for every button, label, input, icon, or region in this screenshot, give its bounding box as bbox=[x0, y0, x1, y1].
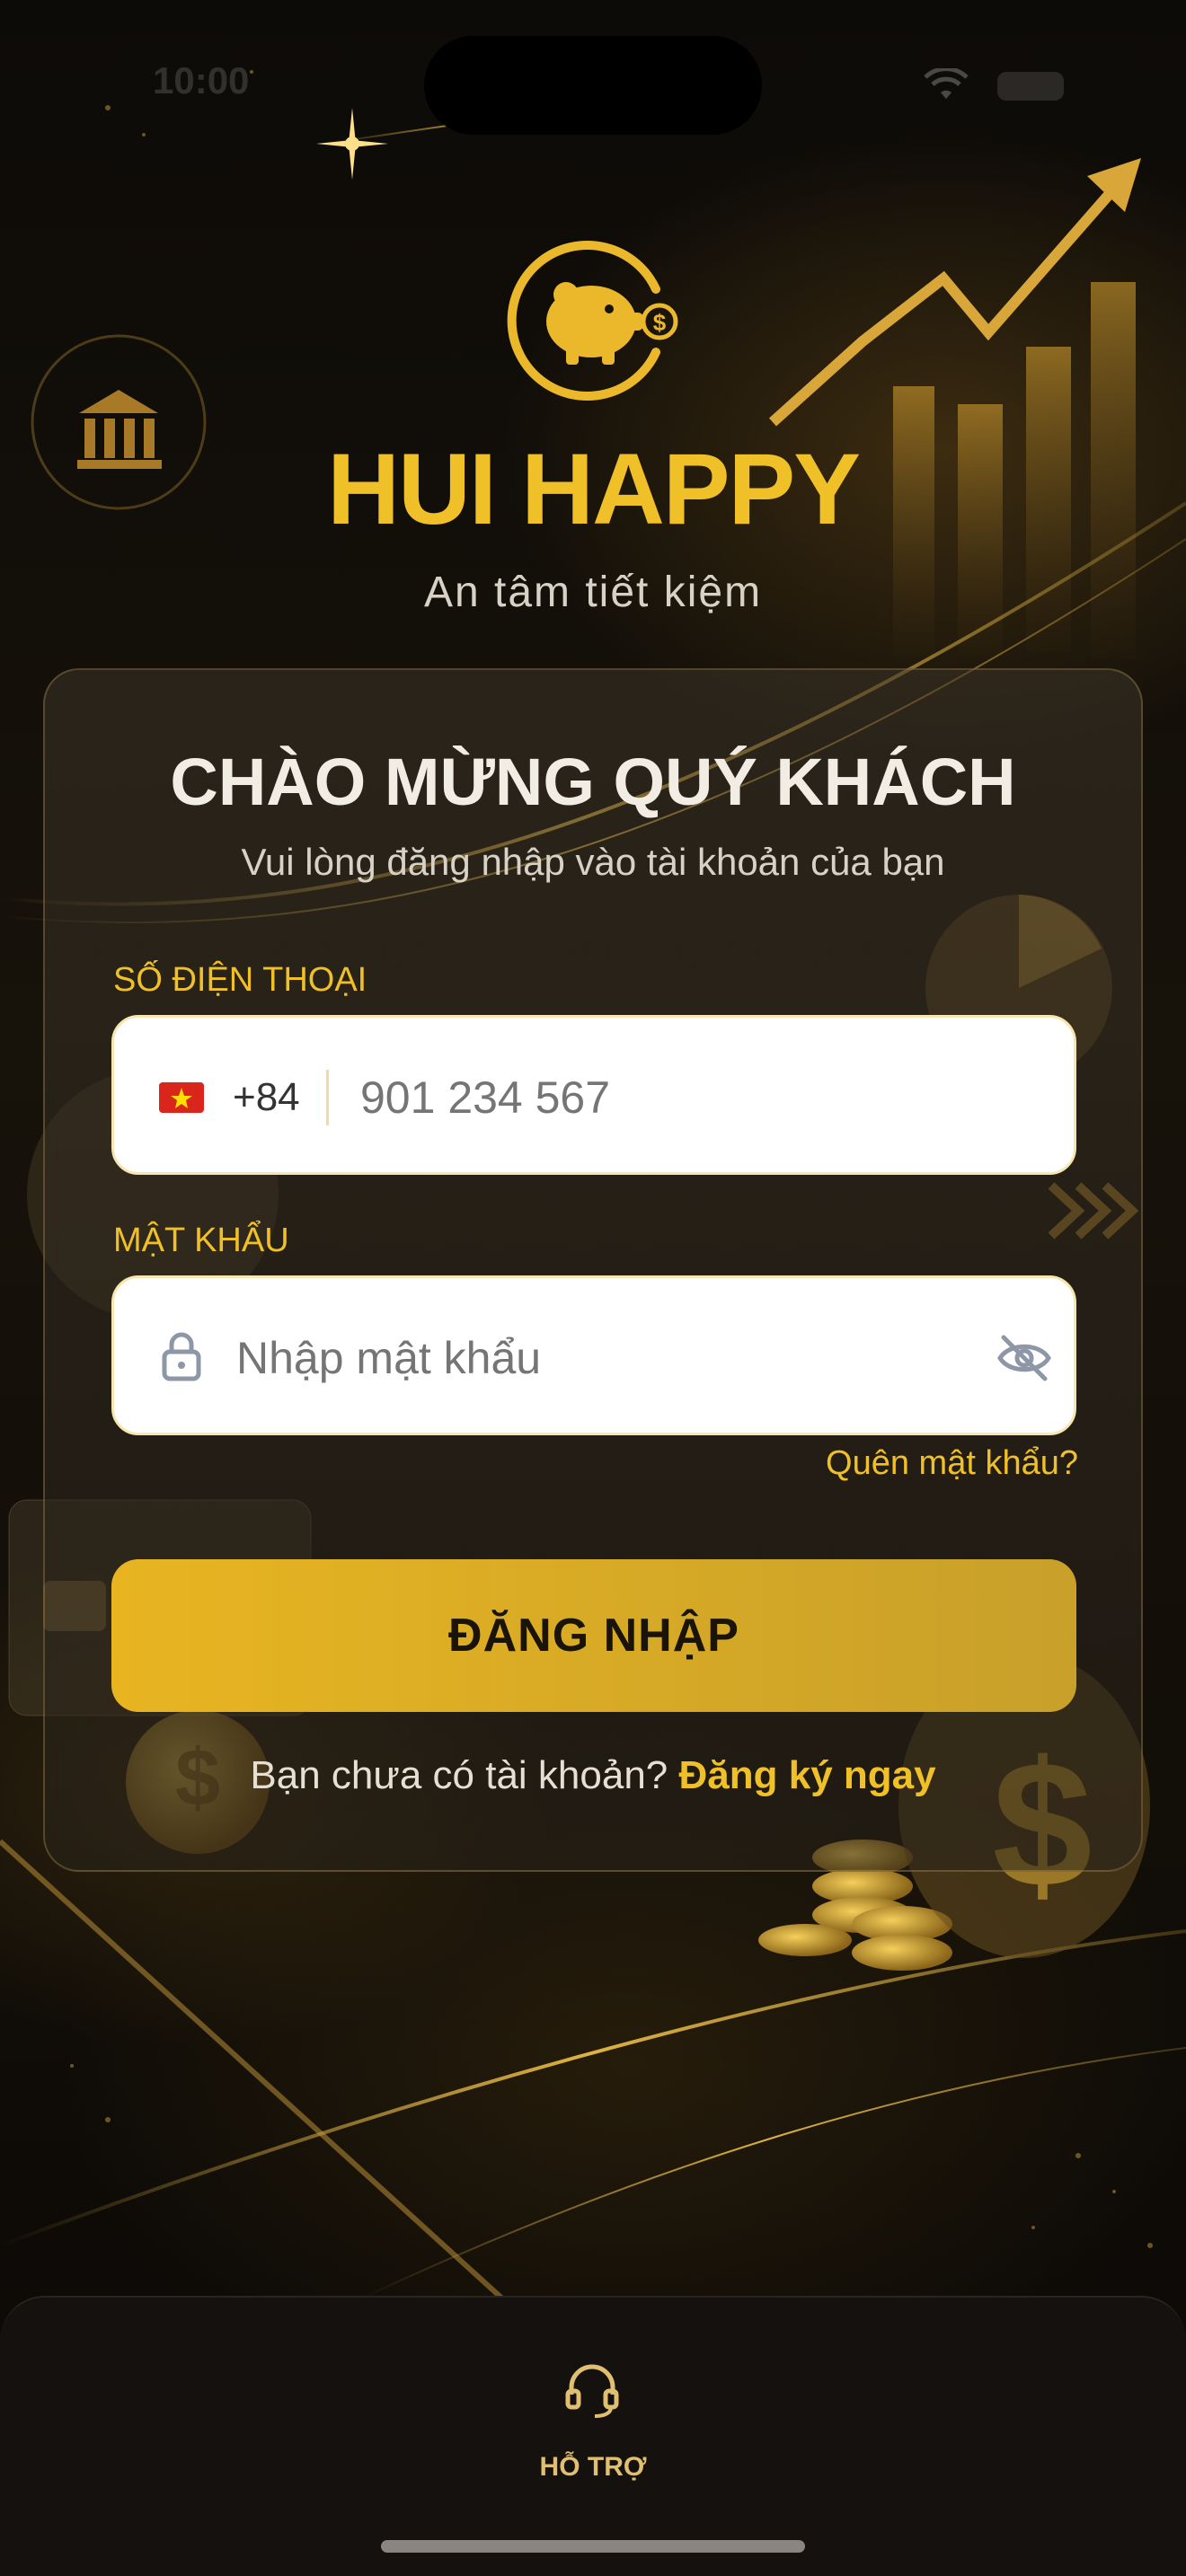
piggy-bank-logo-icon: $ bbox=[507, 241, 678, 401]
lock-icon bbox=[162, 1332, 201, 1381]
password-field[interactable] bbox=[111, 1275, 1076, 1435]
headset-icon[interactable] bbox=[562, 2360, 622, 2420]
home-indicator[interactable] bbox=[381, 2540, 805, 2553]
login-card: CHÀO MỪNG QUÝ KHÁCH Vui lòng đăng nhập v… bbox=[43, 668, 1143, 1872]
phone-separator bbox=[326, 1070, 329, 1125]
app-tagline: An tâm tiết kiệm bbox=[423, 569, 763, 616]
vietnam-flag-icon[interactable] bbox=[159, 1082, 204, 1113]
bottom-nav: HỖ TRỢ bbox=[0, 2296, 1186, 2576]
country-code[interactable]: +84 bbox=[233, 1075, 300, 1120]
signup-link[interactable]: Đăng ký ngay bbox=[679, 1753, 936, 1797]
eye-off-icon[interactable] bbox=[996, 1330, 1052, 1386]
phone-label: SỐ ĐIỆN THOẠI bbox=[113, 961, 367, 999]
phone-field[interactable]: +84 bbox=[111, 1015, 1076, 1175]
battery-icon bbox=[997, 72, 1064, 101]
app-title: HUI HAPPY bbox=[327, 433, 861, 545]
signup-prompt: Bạn chưa có tài khoản? bbox=[250, 1753, 668, 1797]
status-bar: 10:00 bbox=[0, 0, 1186, 135]
dynamic-island bbox=[424, 36, 762, 135]
phone-input[interactable] bbox=[360, 1072, 1043, 1124]
password-label: MẬT KHẨU bbox=[113, 1222, 289, 1259]
signup-row: Bạn chưa có tài khoản? Đăng ký ngay bbox=[45, 1753, 1141, 1798]
status-time: 10:00 bbox=[153, 59, 250, 101]
wifi-icon bbox=[924, 68, 969, 99]
svg-text:$: $ bbox=[653, 309, 667, 336]
welcome-subtitle: Vui lòng đăng nhập vào tài khoản của bạn bbox=[241, 841, 945, 883]
welcome-title: CHÀO MỪNG QUÝ KHÁCH bbox=[170, 745, 1016, 819]
forgot-password-link[interactable]: Quên mật khẩu? bbox=[566, 1444, 1078, 1483]
support-label[interactable]: HỖ TRỢ bbox=[0, 2452, 1186, 2483]
password-input[interactable] bbox=[236, 1332, 973, 1384]
login-button[interactable]: ĐĂNG NHẬP bbox=[111, 1559, 1076, 1712]
